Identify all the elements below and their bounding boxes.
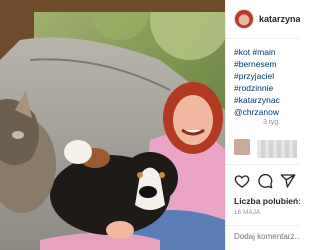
commenter-avatar[interactable]	[234, 139, 250, 155]
comment-icon[interactable]	[257, 173, 273, 189]
hashtag-link[interactable]: #bernesem	[234, 58, 300, 70]
blurred-comment	[257, 140, 297, 158]
post-date: 16 MAJA	[234, 210, 261, 216]
mention-link[interactable]: @chrzanow	[234, 106, 300, 118]
post-sidebar: katarzyna_c #kot #main #bernesem #przyja…	[225, 0, 300, 250]
post-header: katarzyna_c	[226, 0, 300, 39]
comment-form	[226, 225, 300, 250]
hashtag-link[interactable]: #kot #main	[234, 46, 300, 58]
post-time: 3 tyg.	[263, 119, 281, 126]
likes-count[interactable]: Liczba polubień: 5	[234, 196, 300, 206]
post-photo[interactable]	[0, 0, 225, 250]
caption: #kot #main #bernesem #przyjaciel #rodzin…	[234, 46, 300, 118]
hashtag-link[interactable]: #katarzynac	[234, 94, 300, 106]
hashtag-link[interactable]: #przyjaciel	[234, 70, 300, 82]
hashtag-link[interactable]: #rodzinnie	[234, 82, 300, 94]
action-bar: Liczba polubień: 5 16 MAJA	[226, 164, 300, 250]
share-icon[interactable]	[280, 173, 296, 189]
comment-input[interactable]	[234, 232, 300, 241]
username-link[interactable]: katarzyna_c	[259, 14, 300, 24]
heart-icon[interactable]	[234, 173, 250, 189]
avatar[interactable]	[234, 9, 254, 29]
